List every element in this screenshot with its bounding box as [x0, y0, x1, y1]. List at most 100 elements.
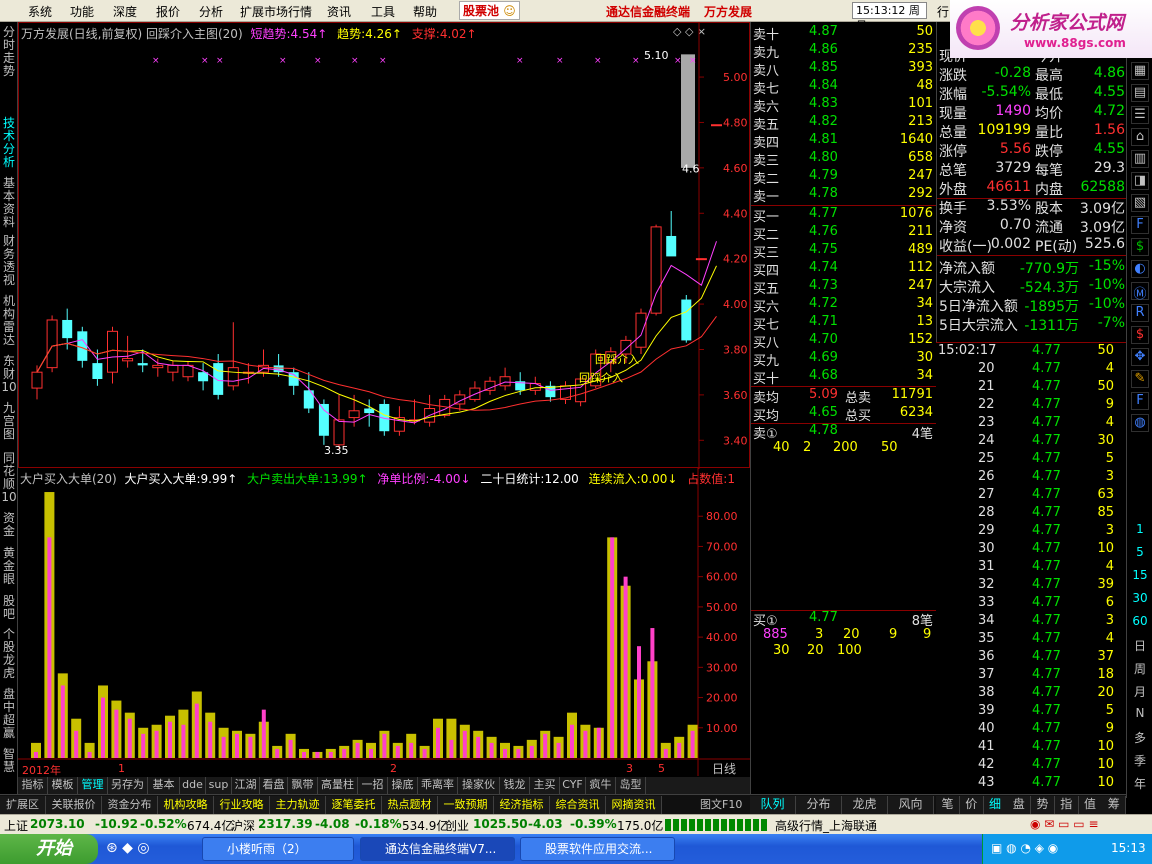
menu-depth[interactable]: 深度: [113, 3, 137, 20]
tick-volume[interactable]: 4: [1106, 415, 1114, 430]
menu-function[interactable]: 功能: [70, 3, 94, 20]
tab-wisdom[interactable]: 智慧: [0, 748, 18, 774]
ask-row[interactable]: 卖二 4.79 247: [751, 168, 937, 187]
info-label[interactable]: 流通: [1035, 217, 1063, 237]
tick-time[interactable]: 15:02:17: [938, 343, 996, 358]
ask-average-label[interactable]: 卖均: [753, 387, 779, 406]
bid-row-volume[interactable]: 247: [908, 278, 933, 293]
panel-icon[interactable]: ◨: [1131, 172, 1149, 190]
bid-average[interactable]: 买均 4.65 总买 6234: [751, 405, 937, 424]
info-value[interactable]: 4.55: [1094, 141, 1125, 157]
ask-row-volume[interactable]: 292: [908, 186, 933, 201]
info-row[interactable]: 收益(一) 0.002 PE(动) 525.6: [937, 236, 1127, 255]
tick-price[interactable]: 4.77: [1032, 397, 1061, 412]
menu-quote[interactable]: 报价: [156, 3, 180, 20]
tick-price[interactable]: 4.77: [1032, 739, 1061, 754]
tab-tonghuashun[interactable]: 同花顺10: [0, 452, 18, 504]
indicator-tab[interactable]: sup: [206, 777, 232, 794]
bid1-queue-header[interactable]: 买① 4.77 8笔: [751, 610, 937, 629]
ask-row-label[interactable]: 卖八: [753, 60, 779, 79]
ask-row-price[interactable]: 4.82: [809, 114, 838, 129]
ask-average[interactable]: 卖均 5.09 总卖 11791: [751, 387, 937, 406]
extension-tab[interactable]: 逐笔委托: [326, 796, 382, 814]
tick-row[interactable]: 21 4.77 50: [936, 379, 1126, 397]
tray-icons[interactable]: ▣ ◍ ◔ ◈ ◉: [991, 841, 1058, 855]
period-button[interactable]: 多: [1127, 729, 1152, 746]
extension-tab[interactable]: 扩展区: [0, 796, 46, 814]
indicator-tab[interactable]: dde: [180, 777, 206, 794]
tick-time[interactable]: 40: [978, 721, 995, 736]
task-item-tdx[interactable]: 通达信金融终端V7...: [360, 837, 515, 861]
period-button[interactable]: 15: [1127, 568, 1152, 582]
extension-tab[interactable]: 行业攻略: [214, 796, 270, 814]
info-value[interactable]: 4.72: [1094, 103, 1125, 119]
info-label[interactable]: 跌停: [1035, 141, 1063, 161]
ask-row[interactable]: 卖八 4.85 393: [751, 60, 937, 79]
ask-row-label[interactable]: 卖六: [753, 96, 779, 115]
tick-time[interactable]: 20: [978, 361, 995, 376]
indicator-tab[interactable]: 操家伙: [458, 777, 500, 794]
tick-time[interactable]: 34: [978, 613, 995, 628]
tick-price[interactable]: 4.77: [1032, 505, 1061, 520]
ask-row-price[interactable]: 4.87: [809, 24, 838, 39]
refresh-icon[interactable]: ◍: [1131, 414, 1149, 432]
bid-row-price[interactable]: 4.73: [809, 278, 838, 293]
indicator-tab[interactable]: 乖离率: [418, 777, 458, 794]
info-value[interactable]: 109199: [978, 122, 1031, 138]
bid1-queue-item[interactable]: 9: [889, 627, 897, 642]
stock-pool-button[interactable]: 股票池 ☺: [459, 1, 520, 20]
tick-time[interactable]: 31: [978, 559, 995, 574]
tick-volume[interactable]: 50: [1097, 343, 1114, 358]
task-item-chat[interactable]: 小楼听雨（2）: [202, 837, 354, 861]
tick-price[interactable]: 4.77: [1032, 559, 1061, 574]
tick-time[interactable]: 25: [978, 451, 995, 466]
tick-tab[interactable]: 价: [959, 796, 984, 814]
info-label[interactable]: 换手: [939, 198, 967, 218]
bid-row-label[interactable]: 买八: [753, 332, 779, 351]
bid-row-label[interactable]: 买六: [753, 296, 779, 315]
info-label[interactable]: 均价: [1035, 103, 1063, 123]
bid-row-volume[interactable]: 112: [908, 260, 933, 275]
tick-time[interactable]: 22: [978, 397, 995, 412]
tick-price[interactable]: 4.77: [1032, 379, 1061, 394]
ask1-price[interactable]: 4.78: [809, 423, 838, 438]
tab-funds[interactable]: 资金: [0, 512, 18, 538]
order-book-tab[interactable]: 分布: [796, 796, 842, 814]
bid-row[interactable]: 买三 4.75 489: [751, 242, 937, 261]
ask-row-price[interactable]: 4.83: [809, 96, 838, 111]
tick-volume[interactable]: 5: [1106, 703, 1114, 718]
bid-row-price[interactable]: 4.77: [809, 206, 838, 221]
info-value[interactable]: 3729: [995, 160, 1031, 176]
indicator-tab[interactable]: 指标: [18, 777, 48, 794]
tick-row[interactable]: 37 4.77 18: [936, 667, 1126, 685]
tick-row[interactable]: 30 4.77 10: [936, 541, 1126, 559]
flow-label[interactable]: 大宗流入: [939, 277, 995, 297]
tick-price[interactable]: 4.77: [1032, 595, 1061, 610]
info-label[interactable]: 涨停: [939, 141, 967, 161]
tick-time[interactable]: 29: [978, 523, 995, 538]
tick-time[interactable]: 23: [978, 415, 995, 430]
bid-row-label[interactable]: 买九: [753, 350, 779, 369]
info-row[interactable]: 涨幅 -5.54% 最低 4.55: [937, 84, 1127, 103]
tick-volume[interactable]: 50: [1097, 379, 1114, 394]
ask-row-label[interactable]: 卖五: [753, 114, 779, 133]
tick-row[interactable]: 24 4.77 30: [936, 433, 1126, 451]
tick-row[interactable]: 31 4.77 4: [936, 559, 1126, 577]
info-value[interactable]: 3.09亿: [1080, 198, 1125, 218]
tick-tab[interactable]: 盘: [1007, 796, 1032, 814]
ask-row-volume[interactable]: 235: [908, 42, 933, 57]
info-value[interactable]: 4.86: [1094, 65, 1125, 81]
info-row[interactable]: 换手 3.53% 股本 3.09亿: [937, 198, 1127, 218]
tick-volume[interactable]: 20: [1097, 685, 1114, 700]
volume-chart[interactable]: 大户买入大单(20) 大户买入大单:9.99↑ 大户卖出大单:13.99↑ 净单…: [18, 468, 750, 777]
flow-row[interactable]: 5日大宗流入 -1311万 -7%: [937, 315, 1127, 335]
bid-row-volume[interactable]: 152: [908, 332, 933, 347]
ask-row-volume[interactable]: 48: [916, 78, 933, 93]
bid-row-label[interactable]: 买三: [753, 242, 779, 261]
ask-average-total[interactable]: 11791: [892, 387, 933, 402]
flow-label[interactable]: 5日大宗流入: [939, 315, 1018, 335]
flow-row[interactable]: 大宗流入 -524.3万 -10%: [937, 277, 1127, 297]
ask-row-label[interactable]: 卖七: [753, 78, 779, 97]
tick-time[interactable]: 30: [978, 541, 995, 556]
tick-row[interactable]: 26 4.77 3: [936, 469, 1126, 487]
